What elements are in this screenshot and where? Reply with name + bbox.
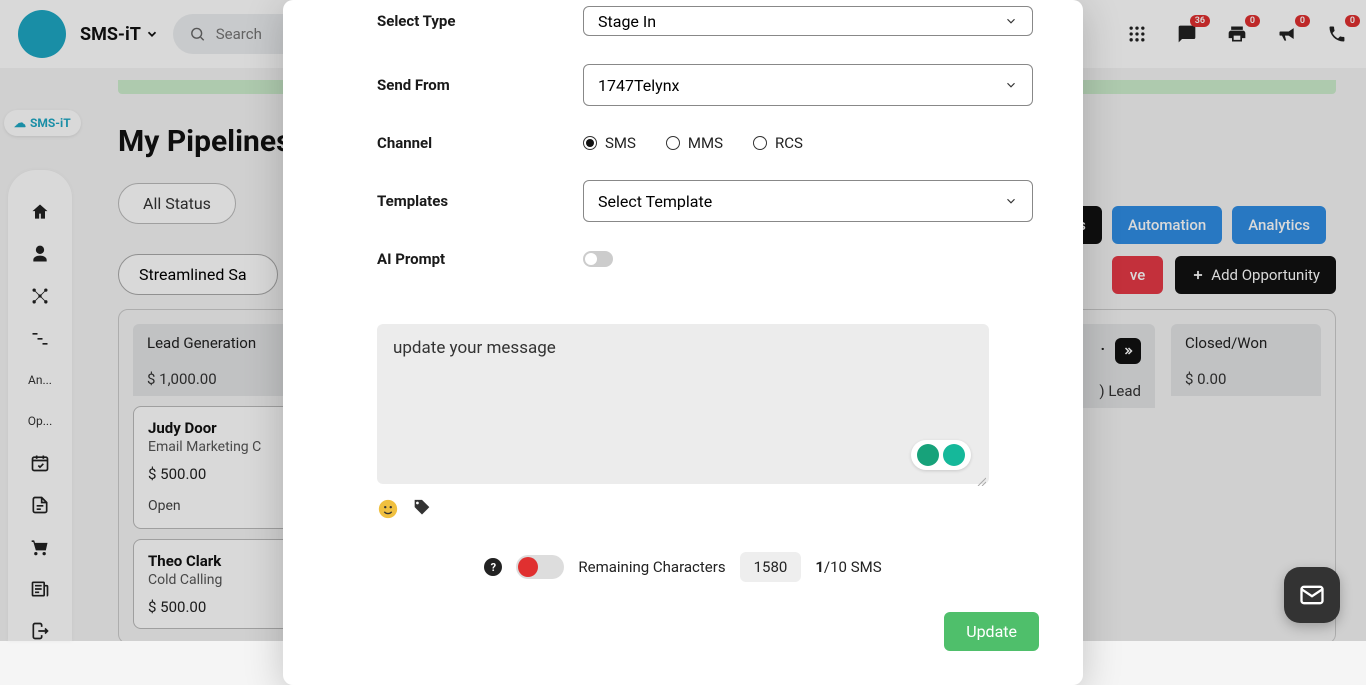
message-tools xyxy=(377,498,1033,524)
mail-icon xyxy=(1298,581,1326,609)
radio-sms[interactable]: SMS xyxy=(583,134,636,152)
message-textarea-wrap xyxy=(377,324,989,484)
chevron-down-icon xyxy=(1004,78,1018,92)
grammar-helper[interactable] xyxy=(911,440,971,470)
sms-automation-modal: Select Type Stage In Send From 1747Telyn… xyxy=(283,0,1083,685)
select-type-value: Stage In xyxy=(598,12,656,31)
label-templates: Templates xyxy=(377,192,583,210)
remaining-count: 1580 xyxy=(740,552,802,582)
radio-rcs[interactable]: RCS xyxy=(753,134,803,152)
radio-icon xyxy=(753,136,767,150)
select-send-from[interactable]: 1747Telynx xyxy=(583,64,1033,106)
character-counter: ? Remaining Characters 1580 1/10 SMS xyxy=(377,552,989,582)
radio-icon xyxy=(666,136,680,150)
label-ai-prompt: AI Prompt xyxy=(377,250,583,268)
label-send-from: Send From xyxy=(377,76,583,94)
emoji-picker-icon[interactable] xyxy=(377,498,399,524)
support-widget[interactable] xyxy=(1284,567,1340,623)
channel-radio-group: SMS MMS RCS xyxy=(583,134,1033,152)
resize-handle-icon[interactable] xyxy=(976,471,986,481)
update-button[interactable]: Update xyxy=(944,612,1039,651)
select-type[interactable]: Stage In xyxy=(583,6,1033,36)
label-select-type: Select Type xyxy=(377,12,583,30)
radio-icon xyxy=(583,136,597,150)
radio-mms[interactable]: MMS xyxy=(666,134,723,152)
helper-icon xyxy=(943,444,965,466)
template-value: Select Template xyxy=(598,192,712,211)
tag-insert-icon[interactable] xyxy=(411,498,433,524)
help-icon[interactable]: ? xyxy=(484,558,502,576)
row-templates: Templates Select Template xyxy=(377,180,1033,222)
sms-segment-count: 1/10 SMS xyxy=(815,558,881,576)
chevron-down-icon xyxy=(1004,14,1018,28)
chevron-down-icon xyxy=(1004,194,1018,208)
row-send-from: Send From 1747Telynx xyxy=(377,64,1033,106)
message-textarea[interactable] xyxy=(393,338,973,438)
select-template[interactable]: Select Template xyxy=(583,180,1033,222)
send-from-value: 1747Telynx xyxy=(598,76,679,95)
helper-icon xyxy=(917,444,939,466)
label-channel: Channel xyxy=(377,134,583,152)
row-channel: Channel SMS MMS RCS xyxy=(377,134,1033,152)
modal-overlay[interactable]: Select Type Stage In Send From 1747Telyn… xyxy=(0,0,1366,641)
row-ai-prompt: AI Prompt xyxy=(377,250,1033,268)
ai-prompt-toggle[interactable] xyxy=(583,251,613,267)
remaining-label: Remaining Characters xyxy=(578,558,725,576)
row-select-type: Select Type Stage In xyxy=(377,6,1033,36)
unicode-toggle[interactable] xyxy=(516,555,564,579)
